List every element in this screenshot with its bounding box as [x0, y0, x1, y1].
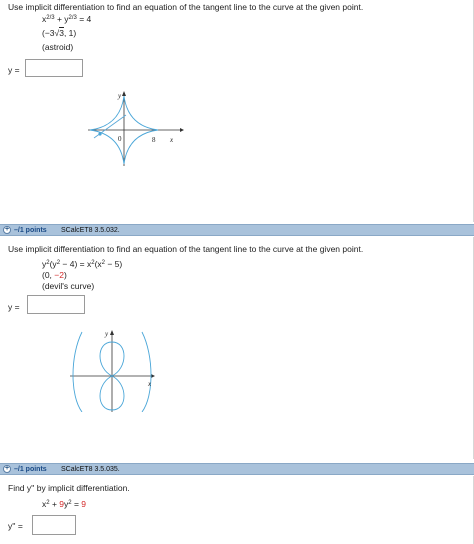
origin-label: 0 — [118, 135, 122, 143]
expand-icon[interactable]: + — [3, 226, 11, 234]
y-axis-arrow — [110, 330, 114, 335]
problem1-answer-label: y = — [8, 65, 20, 75]
problem1-equation: x2/3 + y2/3 = 4 — [42, 14, 92, 24]
problem2-points: –/1 points — [14, 227, 47, 234]
problem2-curve-name: (devil's curve) — [42, 281, 95, 291]
problem1-instruction: Use implicit differentiation to find an … — [8, 2, 364, 12]
x-axis-arrow — [151, 374, 155, 378]
y-axis-label: y — [104, 330, 109, 338]
problem3-points: –/1 points — [14, 466, 47, 473]
problem3-answer-input[interactable] — [32, 515, 76, 535]
devils-curve-graph: y x — [70, 330, 155, 412]
problem3-header-bar: + –/1 points SCalcET8 3.5.035. — [0, 463, 474, 475]
problem1-point: (−3√3, 1) — [42, 27, 77, 38]
left-branch — [72, 331, 83, 412]
problem3-answer-label: y'' = — [8, 521, 23, 531]
point-of-tangency — [98, 132, 102, 136]
y-axis-arrow — [122, 91, 126, 96]
problem3-instruction: Find y'' by implicit differentiation. — [8, 483, 130, 493]
problem2-answer-label: y = — [8, 302, 20, 312]
problem2-point: (0, −2) — [42, 270, 67, 280]
problem3-reference: SCalcET8 3.5.035. — [61, 466, 120, 473]
problem1-curve-name: (astroid) — [42, 42, 74, 52]
x-axis-label: x — [169, 136, 174, 144]
problem1-answer-input[interactable] — [25, 59, 83, 77]
right-branch — [141, 331, 152, 412]
tick-label-8: 8 — [152, 136, 156, 144]
problem2-instruction: Use implicit differentiation to find an … — [8, 244, 364, 254]
problem2-answer-input[interactable] — [27, 295, 85, 314]
problem2-reference: SCalcET8 3.5.032. — [61, 227, 120, 234]
x-axis-arrow — [180, 128, 184, 132]
y-axis-label: y — [117, 92, 122, 100]
expand-icon[interactable]: + — [3, 465, 11, 473]
problem2-equation: y2(y2 − 4) = x2(x2 − 5) — [42, 259, 123, 269]
problem3-equation: x2 + 9y2 = 9 — [42, 499, 87, 509]
problem2-header-bar: + –/1 points SCalcET8 3.5.032. — [0, 224, 474, 236]
astroid-graph: y x 0 8 — [88, 91, 184, 166]
